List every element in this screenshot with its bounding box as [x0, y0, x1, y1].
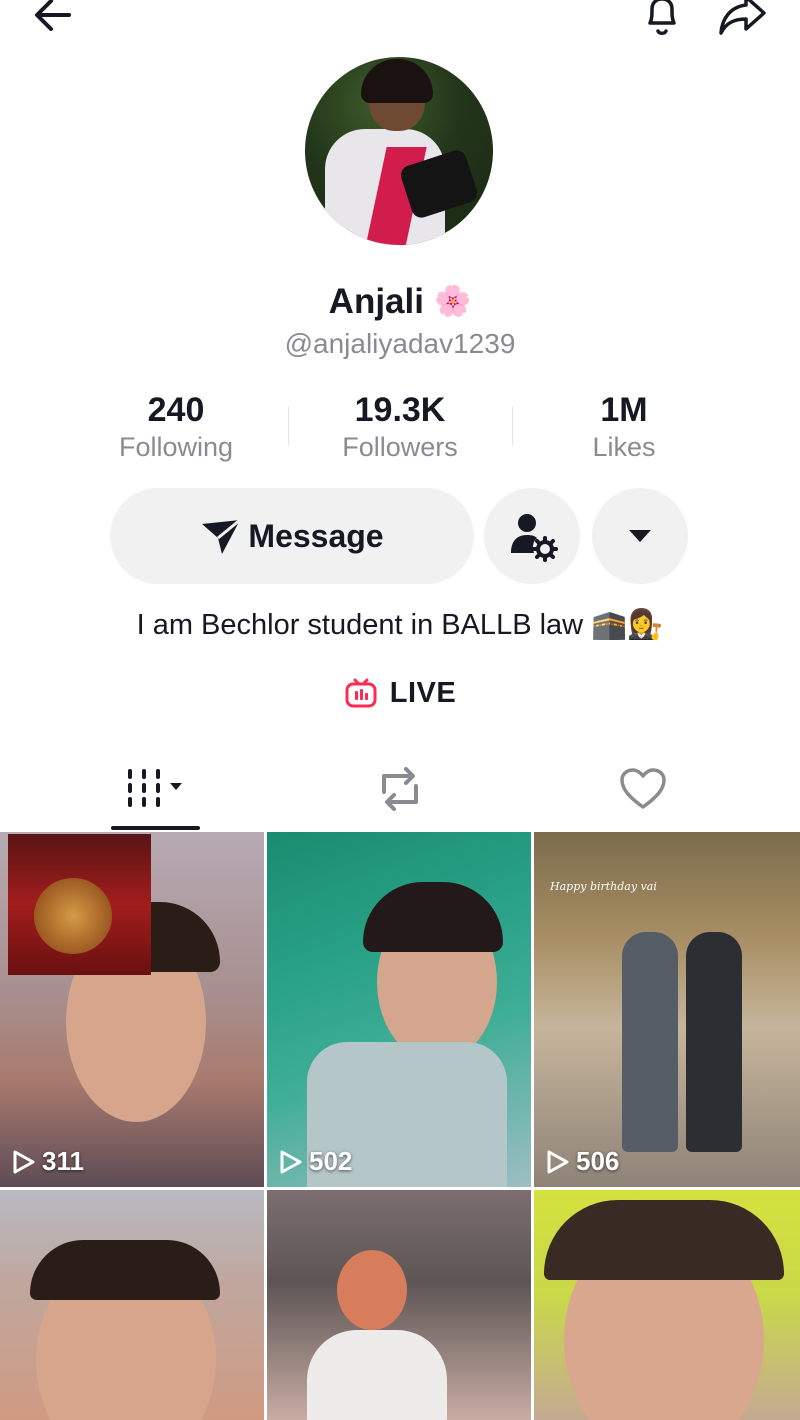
profile-avatar[interactable] — [305, 57, 493, 245]
tab-videos[interactable] — [111, 748, 200, 830]
play-icon — [547, 1150, 569, 1173]
view-count-value: 311 — [42, 1146, 84, 1176]
stat-label: Following — [118, 432, 234, 462]
video-caption: Happy birthday vai — [550, 880, 657, 893]
video-thumbnail[interactable]: 311 — [0, 832, 264, 1187]
caret-down-icon — [629, 530, 651, 542]
video-thumbnail[interactable]: Happy birthday vai 506 — [534, 832, 800, 1187]
view-count-value: 502 — [309, 1146, 353, 1176]
profile-tabs — [0, 748, 800, 830]
stat-value: 240 — [147, 391, 205, 429]
view-count: 506 — [546, 1146, 619, 1177]
view-count: 311 — [12, 1146, 84, 1177]
share-arrow-icon — [719, 0, 766, 35]
person-gear-icon — [511, 514, 558, 562]
active-tab-indicator — [111, 826, 200, 830]
play-icon — [13, 1150, 35, 1173]
tab-liked[interactable] — [598, 748, 687, 830]
heart-outline-icon — [619, 768, 666, 809]
share-button[interactable] — [714, 0, 770, 40]
grid-icon — [127, 769, 182, 807]
message-button[interactable]: Message — [110, 488, 474, 584]
video-thumbnail[interactable] — [267, 1190, 531, 1420]
repost-icon — [381, 767, 418, 811]
stat-divider — [512, 406, 513, 446]
inset-image — [8, 834, 151, 975]
live-link[interactable]: LIVE — [0, 676, 800, 710]
view-count: 502 — [279, 1146, 352, 1177]
arrow-left-icon — [35, 0, 71, 31]
display-name: Anjali — [328, 282, 424, 321]
stat-likes[interactable]: 1M Likes — [512, 390, 736, 470]
play-icon — [280, 1150, 302, 1173]
name-emoji: 🌸 — [433, 285, 472, 318]
stat-divider — [288, 406, 289, 446]
video-grid: 311 502 Happy birthday vai 506 — [0, 832, 800, 1420]
top-bar — [0, 0, 800, 40]
video-thumbnail[interactable]: 502 — [267, 832, 531, 1187]
friend-settings-button[interactable] — [484, 488, 580, 584]
more-options-button[interactable] — [592, 488, 688, 584]
profile-name-row: Anjali 🌸 — [0, 282, 800, 322]
username: @anjaliyadav1239 — [284, 328, 516, 359]
video-thumbnail[interactable] — [534, 1190, 800, 1420]
stat-label: Followers — [342, 432, 458, 462]
video-thumbnail[interactable] — [0, 1190, 264, 1420]
stat-value: 19.3K — [354, 391, 446, 429]
tv-live-icon — [345, 678, 377, 708]
stat-label: Likes — [592, 432, 656, 462]
stat-following[interactable]: 240 Following — [64, 390, 288, 470]
view-count-value: 506 — [576, 1146, 620, 1176]
live-label: LIVE — [389, 676, 457, 709]
profile-stats: 240 Following 19.3K Followers 1M Likes — [64, 390, 736, 470]
stat-followers[interactable]: 19.3K Followers — [288, 390, 512, 470]
tab-reposts[interactable] — [355, 748, 444, 830]
message-button-label: Message — [248, 517, 384, 554]
send-plane-icon — [202, 518, 242, 554]
back-button[interactable] — [28, 0, 78, 40]
bell-icon — [648, 0, 676, 35]
profile-bio: I am Bechlor student in BALLB law 🕋👩‍⚖️ — [136, 609, 664, 641]
stat-value: 1M — [600, 391, 648, 429]
profile-actions: Message — [110, 488, 690, 584]
notification-bell-button[interactable] — [636, 0, 688, 40]
